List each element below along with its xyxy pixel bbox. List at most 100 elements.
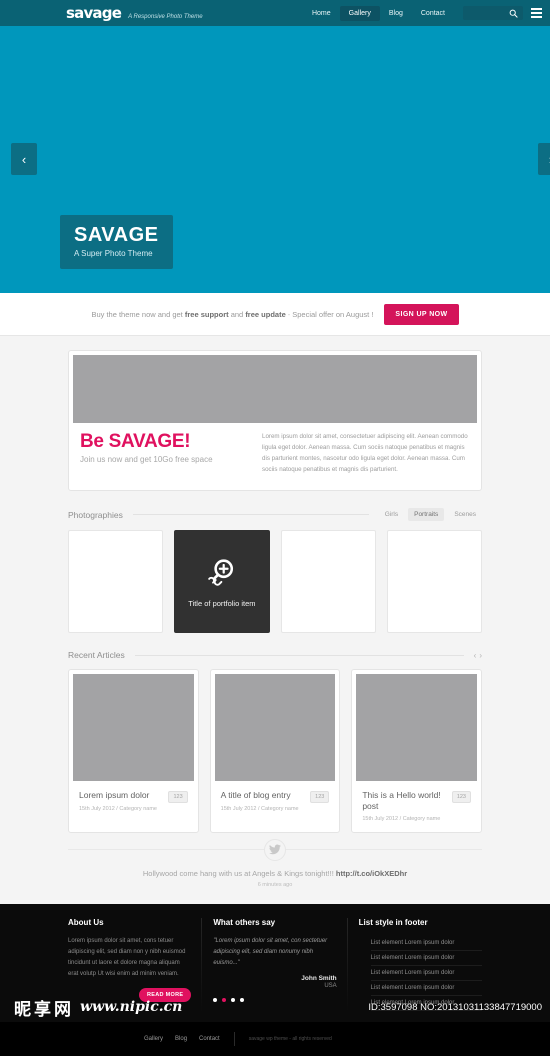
portfolio-item-title: Title of portfolio item xyxy=(188,598,256,608)
hero-caption: SAVAGE A Super Photo Theme xyxy=(60,215,173,269)
footer-navigation: Gallery Blog Contact xyxy=(144,1036,220,1042)
promo-text-after: Special offer on August ! xyxy=(292,309,374,319)
article-text: A title of blog entry 15th July 2012 / C… xyxy=(221,790,299,811)
article-title: Lorem ipsum dolor xyxy=(79,790,150,801)
filter-portraits[interactable]: Portraits xyxy=(408,508,445,522)
sign-up-now-button[interactable]: SIGN UP NOW xyxy=(384,303,459,325)
twitter-feed: Hollywood come hang with us at Angels & … xyxy=(68,838,482,904)
portfolio-item-hovered[interactable]: Title of portfolio item xyxy=(174,530,270,634)
article-date-category: 15th July 2012 / Category name xyxy=(362,815,441,822)
testimonial-dot[interactable] xyxy=(231,998,236,1003)
feature-image-placeholder xyxy=(73,355,477,423)
testimonial-quote: "Lorem ipsum dolor sit amet, con sectetu… xyxy=(213,937,328,966)
portfolio-grid: Title of portfolio item xyxy=(68,530,482,634)
article-date-category: 15th July 2012 / Category name xyxy=(79,805,157,812)
articles-section-header: Recent Articles ‹ › xyxy=(68,650,482,660)
search-input[interactable] xyxy=(467,6,511,20)
promo-separator: - xyxy=(287,309,291,319)
hero-title: SAVAGE xyxy=(74,224,159,246)
footer-list-item[interactable]: List element Lorem ipsum dolor xyxy=(370,936,482,951)
footer-list-item[interactable]: List element Lorem ipsum dolor xyxy=(370,981,482,996)
testimonial-dot[interactable] xyxy=(240,998,245,1003)
feature-body: Be SAVAGE! Join us now and get 10Go free… xyxy=(73,423,477,486)
site-footer: About Us Lorem ipsum dolor sit amet, con… xyxy=(0,903,550,1022)
section-divider xyxy=(134,654,464,656)
articles-carousel-nav: ‹ › xyxy=(474,651,482,660)
hero-slider: ‹ › SAVAGE A Super Photo Theme xyxy=(0,26,550,293)
testimonial-pagination-dots xyxy=(213,998,336,1003)
footer-list: List element Lorem ipsum dolor List elem… xyxy=(359,936,482,1011)
nav-item-blog[interactable]: Blog xyxy=(380,6,412,21)
testimonial-dot-active[interactable] xyxy=(222,998,227,1003)
footer-list-item[interactable]: List element Lorem ipsum dolor xyxy=(370,966,482,981)
promo-bold-update: free update xyxy=(245,309,286,319)
filter-scenes[interactable]: Scenes xyxy=(448,508,482,521)
hero-subtitle: A Super Photo Theme xyxy=(74,249,153,258)
tweet-body: Hollywood come hang with us at Angels & … xyxy=(142,868,336,878)
footer-list-item[interactable]: List element Lorem ipsum dolor xyxy=(370,951,482,966)
footer-column-about: About Us Lorem ipsum dolor sit amet, con… xyxy=(68,917,203,1012)
footer-column-list: List style in footer List element Lorem … xyxy=(359,918,482,1012)
article-card[interactable]: This is a Hello world! post 15th July 20… xyxy=(351,669,482,833)
article-comment-badge[interactable]: 123 xyxy=(451,791,471,804)
portfolio-item[interactable] xyxy=(68,530,164,634)
footer-nav-gallery[interactable]: Gallery xyxy=(144,1036,163,1042)
promo-text-middle: and xyxy=(228,309,246,319)
feature-subtitle: Join us now and get 10Go free space xyxy=(80,455,213,464)
copyright-text: savage wp theme - all rights reserved xyxy=(248,1035,332,1042)
article-text: Lorem ipsum dolor 15th July 2012 / Categ… xyxy=(79,790,157,811)
tweet-text: Hollywood come hang with us at Angels & … xyxy=(68,869,482,878)
portfolio-item[interactable] xyxy=(280,530,376,634)
section-divider xyxy=(132,514,369,516)
site-header: savage A Responsive Photo Theme Home Gal… xyxy=(0,0,550,26)
filter-girls[interactable]: Girls xyxy=(379,508,404,521)
feature-card: Be SAVAGE! Join us now and get 10Go free… xyxy=(68,350,482,492)
read-more-button[interactable]: READ MORE xyxy=(139,988,192,1003)
article-date-category: 15th July 2012 / Category name xyxy=(220,805,299,812)
slider-prev-button[interactable]: ‹ xyxy=(11,143,37,175)
articles-prev-button[interactable]: ‹ xyxy=(474,651,477,660)
footer-list-heading: List style in footer xyxy=(358,917,428,927)
portfolio-item[interactable] xyxy=(386,530,482,634)
article-thumbnail xyxy=(73,674,194,782)
portfolio-filters: Girls Portraits Scenes xyxy=(379,508,482,522)
promo-text: Buy the theme now and get free support a… xyxy=(91,310,373,319)
slider-next-button[interactable]: › xyxy=(538,143,550,175)
articles-next-button[interactable]: › xyxy=(479,651,482,660)
article-title: This is a Hello world! post xyxy=(362,790,441,811)
article-comment-badge[interactable]: 123 xyxy=(168,791,188,804)
nav-item-contact[interactable]: Contact xyxy=(412,6,454,21)
article-card[interactable]: A title of blog entry 15th July 2012 / C… xyxy=(209,669,341,833)
tweet-timestamp: 6 minutes ago xyxy=(257,881,293,888)
tweet-link[interactable]: http://t.co/iOkXEDhr xyxy=(336,869,407,878)
promo-bar: Buy the theme now and get free support a… xyxy=(0,293,550,336)
article-comment-badge[interactable]: 123 xyxy=(310,791,330,804)
site-tagline: A Responsive Photo Theme xyxy=(128,13,203,20)
article-meta: Lorem ipsum dolor 15th July 2012 / Categ… xyxy=(73,781,194,821)
article-meta: A title of blog entry 15th July 2012 / C… xyxy=(215,781,336,821)
twitter-bird-glyph xyxy=(269,844,281,855)
footer-about-body: Lorem ipsum dolor sit amet, cons tetuer … xyxy=(68,937,186,978)
testimonial-location: USA xyxy=(324,983,337,990)
footer-column-testimonial: What others say "Lorem ipsum dolor sit a… xyxy=(213,917,349,1012)
article-title: A title of blog entry xyxy=(220,790,291,801)
search-box[interactable] xyxy=(463,6,523,20)
testimonial-author: John Smith xyxy=(301,975,337,983)
main-content: Be SAVAGE! Join us now and get 10Go free… xyxy=(0,350,550,904)
nav-item-home[interactable]: Home xyxy=(303,6,340,21)
footer-nav-blog[interactable]: Blog xyxy=(175,1036,187,1042)
article-text: This is a Hello world! post 15th July 20… xyxy=(362,790,445,821)
brand[interactable]: savage A Responsive Photo Theme xyxy=(66,5,203,21)
footer-nav-contact[interactable]: Contact xyxy=(199,1036,220,1042)
promo-bold-support: free support xyxy=(184,309,229,319)
portfolio-section-title: Photographies xyxy=(68,509,123,520)
nav-item-gallery[interactable]: Gallery xyxy=(339,5,380,21)
feature-left: Be SAVAGE! Join us now and get 10Go free… xyxy=(80,432,248,475)
hamburger-menu-icon[interactable] xyxy=(531,8,542,18)
footer-about-heading: About Us xyxy=(68,917,104,927)
magnifier-plus-icon xyxy=(208,559,233,586)
article-card[interactable]: Lorem ipsum dolor 15th July 2012 / Categ… xyxy=(68,669,199,833)
testimonial-dot[interactable] xyxy=(213,998,218,1003)
twitter-bird-icon xyxy=(264,838,286,861)
footer-list-item[interactable]: List element Lorem ipsum dolor xyxy=(370,996,482,1011)
